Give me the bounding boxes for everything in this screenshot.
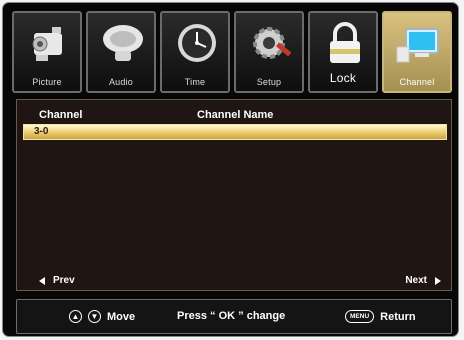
tab-channel[interactable]: Channel xyxy=(382,11,452,93)
camcorder-icon xyxy=(14,21,80,69)
up-button-icon: ▲ xyxy=(69,310,82,323)
help-bar: ▲ ▼ Move Press “ OK ” change MENU Return xyxy=(16,299,452,334)
ok-hint: Press “ OK ” change xyxy=(177,310,285,322)
tab-label: Setup xyxy=(256,77,282,87)
arrow-left-icon xyxy=(39,276,45,285)
padlock-icon xyxy=(310,21,376,69)
clock-icon xyxy=(162,21,228,69)
tab-time[interactable]: Time xyxy=(160,11,230,93)
next-label: Next xyxy=(405,275,427,286)
prev-page-button[interactable]: Prev xyxy=(39,275,75,286)
tab-label: Channel xyxy=(399,77,435,87)
column-header-channel-name: Channel Name xyxy=(197,109,274,121)
tab-label: Picture xyxy=(32,77,62,87)
tab-audio[interactable]: Audio xyxy=(86,11,156,93)
return-hint: MENU Return xyxy=(345,310,416,323)
tab-label: Audio xyxy=(108,77,134,87)
monitor-icon xyxy=(384,21,450,69)
ok-hint-text: Press “ OK ” change xyxy=(177,310,286,322)
table-row[interactable]: 3-0 xyxy=(23,124,447,140)
menu-key-icon: MENU xyxy=(345,310,375,323)
move-label: Move xyxy=(107,310,136,323)
tab-label: Lock xyxy=(329,71,357,85)
menu-tab-bar: Picture Audio Time Setup Lock Channel xyxy=(12,11,452,97)
move-hint: ▲ ▼ Move xyxy=(69,310,135,323)
column-header-channel: Channel xyxy=(39,109,83,121)
tab-picture[interactable]: Picture xyxy=(12,11,82,93)
arrow-right-icon xyxy=(435,276,441,285)
next-page-button[interactable]: Next xyxy=(405,275,441,286)
tab-setup[interactable]: Setup xyxy=(234,11,304,93)
down-button-icon: ▼ xyxy=(88,310,101,323)
prev-label: Prev xyxy=(53,275,75,286)
speaker-icon xyxy=(88,21,154,69)
tab-label: Time xyxy=(184,77,206,87)
gear-wrench-icon xyxy=(236,21,302,69)
channel-list-panel: Channel Channel Name 3-0 Prev Next xyxy=(16,99,452,291)
tv-osd-window: Picture Audio Time Setup Lock Channel Ch… xyxy=(3,3,458,336)
return-label: Return xyxy=(380,310,416,323)
channel-number: 3-0 xyxy=(34,126,49,137)
tab-lock[interactable]: Lock xyxy=(308,11,378,93)
